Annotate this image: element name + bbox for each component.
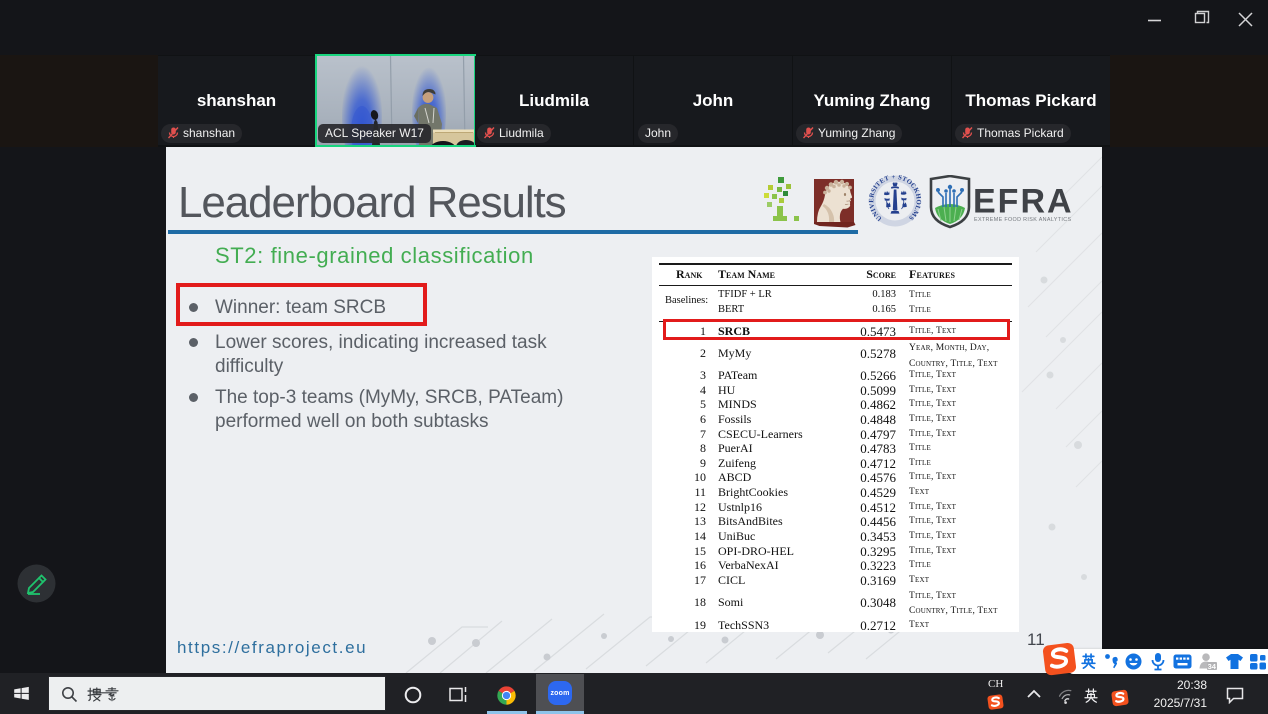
- svg-text:EXTREME FOOD RISK ANALYTICS: EXTREME FOOD RISK ANALYTICS: [974, 217, 1071, 223]
- svg-text:EFRA: EFRA: [973, 183, 1074, 221]
- svg-text:34: 34: [1208, 662, 1217, 671]
